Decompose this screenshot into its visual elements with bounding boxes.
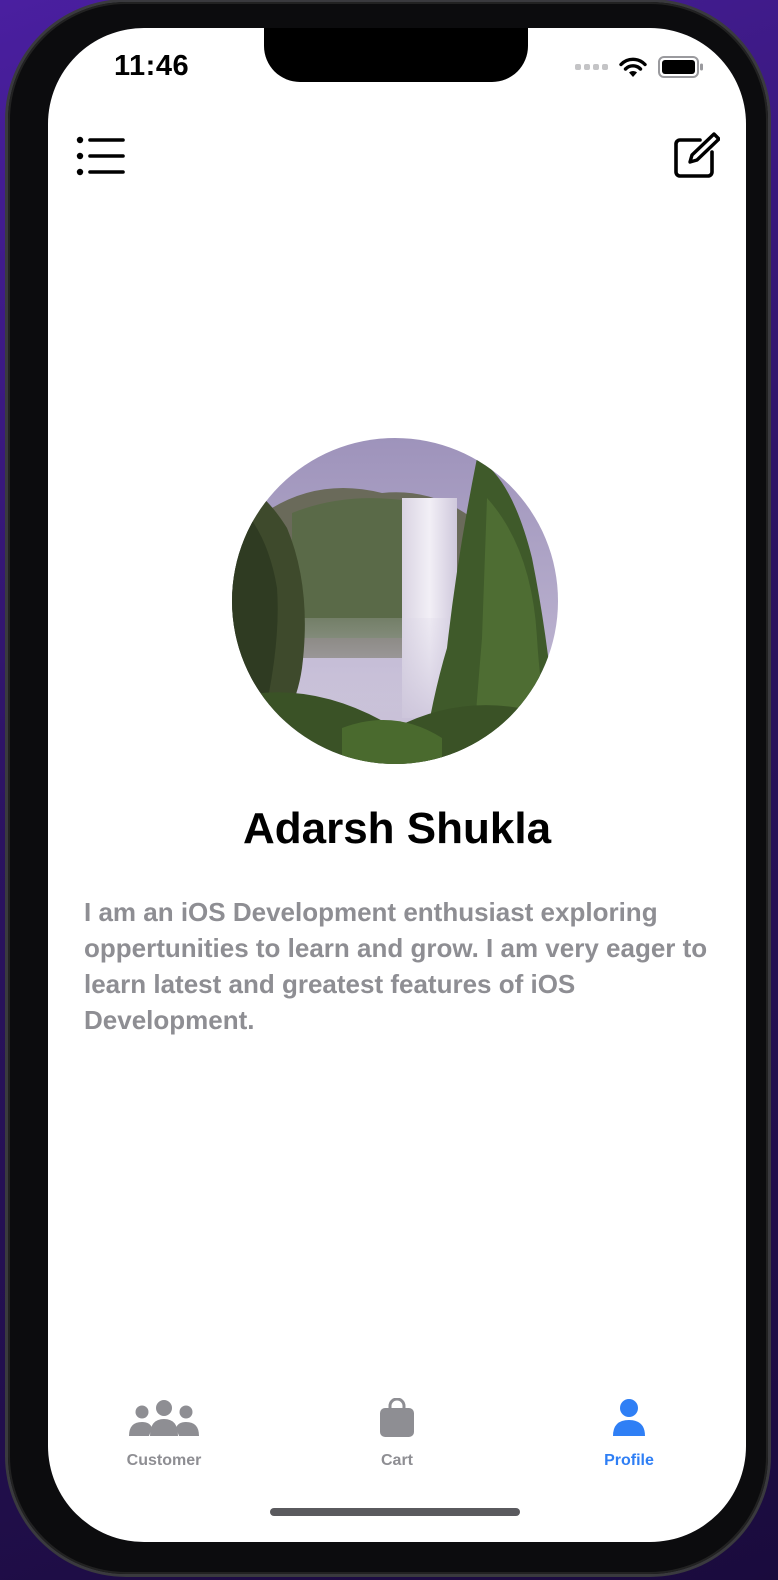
compose-edit-icon xyxy=(674,132,721,178)
people-icon xyxy=(129,1400,199,1436)
list-menu-icon xyxy=(76,136,125,176)
waterfall-avatar-image xyxy=(232,438,558,764)
profile-name: Adarsh Shukla xyxy=(242,804,552,853)
tab-cart[interactable]: Cart xyxy=(317,1398,477,1478)
status-indicators xyxy=(575,56,704,78)
bag-icon xyxy=(380,1398,414,1437)
profile-bio: I am an iOS Development enthusiast explo… xyxy=(84,897,708,1035)
cellular-signal-icon xyxy=(575,64,608,70)
status-time: 11:46 xyxy=(114,50,190,82)
home-indicator[interactable] xyxy=(270,1508,520,1516)
edit-profile-button[interactable] xyxy=(672,132,721,180)
menu-button[interactable] xyxy=(76,136,126,176)
profile-avatar xyxy=(232,438,558,764)
notch xyxy=(264,28,528,82)
tab-bar: Customer Cart Profile xyxy=(48,1398,746,1478)
tab-profile[interactable]: Profile xyxy=(549,1398,709,1478)
app-screen: 11:46 Adarsh Shukla I am an iOS Developm… xyxy=(48,28,746,1542)
tab-label: Customer xyxy=(126,1452,202,1469)
tab-label: Profile xyxy=(604,1452,654,1469)
wifi-icon xyxy=(619,57,647,77)
phone-frame: 11:46 Adarsh Shukla I am an iOS Developm… xyxy=(8,2,768,1574)
battery-icon xyxy=(658,56,703,78)
person-icon xyxy=(613,1399,645,1436)
tab-customer[interactable]: Customer xyxy=(84,1398,244,1478)
tab-label: Cart xyxy=(380,1452,413,1469)
